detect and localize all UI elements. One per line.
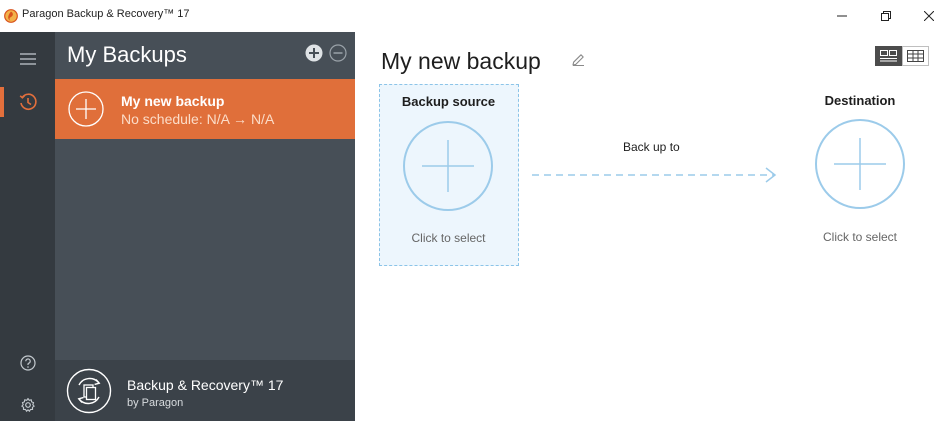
product-footer: Backup & Recovery™ 17 by Paragon: [55, 360, 355, 421]
destination-label: Destination: [824, 93, 896, 108]
backup-source-card[interactable]: Backup source Click to select: [379, 84, 519, 266]
backup-schedule: No schedule: N/A → N/A: [121, 111, 275, 127]
arrow-right-icon: [532, 167, 777, 183]
rail-help-button[interactable]: [0, 348, 55, 378]
paragon-app-icon: [4, 9, 18, 23]
close-icon: [924, 11, 934, 21]
active-indicator: [0, 87, 4, 117]
product-vendor: by Paragon: [127, 397, 184, 409]
add-destination-icon[interactable]: [814, 118, 906, 210]
backup-list-item[interactable]: My new backup No schedule: N/A → N/A: [55, 79, 355, 139]
add-backup-button[interactable]: [305, 44, 323, 62]
backup-editor: My new backup Backup source Click to sel…: [355, 32, 939, 421]
app-window: Paragon Backup & Recovery™ 17 My Backups…: [0, 0, 939, 421]
minimize-icon: [837, 15, 847, 17]
panel-title: My Backups: [67, 42, 187, 67]
view-toggle: [875, 46, 930, 66]
minimize-button[interactable]: [822, 0, 862, 32]
rail-menu-button[interactable]: [0, 44, 55, 74]
restore-button[interactable]: [866, 0, 906, 32]
destination-hint: Click to select: [822, 230, 898, 244]
backup-source-hint: Click to select: [411, 231, 486, 245]
backup-recovery-logo-icon: [66, 368, 112, 414]
close-button[interactable]: [909, 0, 939, 32]
product-name: Backup & Recovery™ 17: [127, 377, 284, 393]
rail-history-button[interactable]: [0, 87, 55, 117]
rail-settings-button[interactable]: [0, 390, 55, 420]
backups-panel: My Backups My new backup No schedule: N/…: [55, 32, 355, 421]
add-source-icon[interactable]: [402, 120, 494, 212]
backup-name: My new backup: [121, 93, 225, 109]
hamburger-menu-icon: [19, 53, 36, 65]
gear-icon: [20, 397, 35, 412]
plus-circle-icon: [68, 91, 104, 127]
title-bar: Paragon Backup & Recovery™ 17: [0, 0, 939, 32]
pencil-icon[interactable]: [570, 52, 586, 68]
left-rail: [0, 32, 55, 421]
table-view-button[interactable]: [902, 46, 929, 66]
tile-view-button[interactable]: [875, 46, 902, 66]
backup-link-label: Back up to: [623, 140, 680, 154]
tile-view-icon: [880, 50, 897, 62]
restore-icon: [881, 11, 891, 21]
window-title: Paragon Backup & Recovery™ 17: [22, 8, 190, 20]
history-clock-icon: [19, 93, 37, 111]
backup-source-label: Backup source: [401, 94, 496, 109]
help-icon: [19, 355, 36, 371]
backup-title: My new backup: [381, 48, 541, 74]
table-view-icon: [907, 50, 924, 62]
remove-backup-button[interactable]: [329, 44, 347, 62]
